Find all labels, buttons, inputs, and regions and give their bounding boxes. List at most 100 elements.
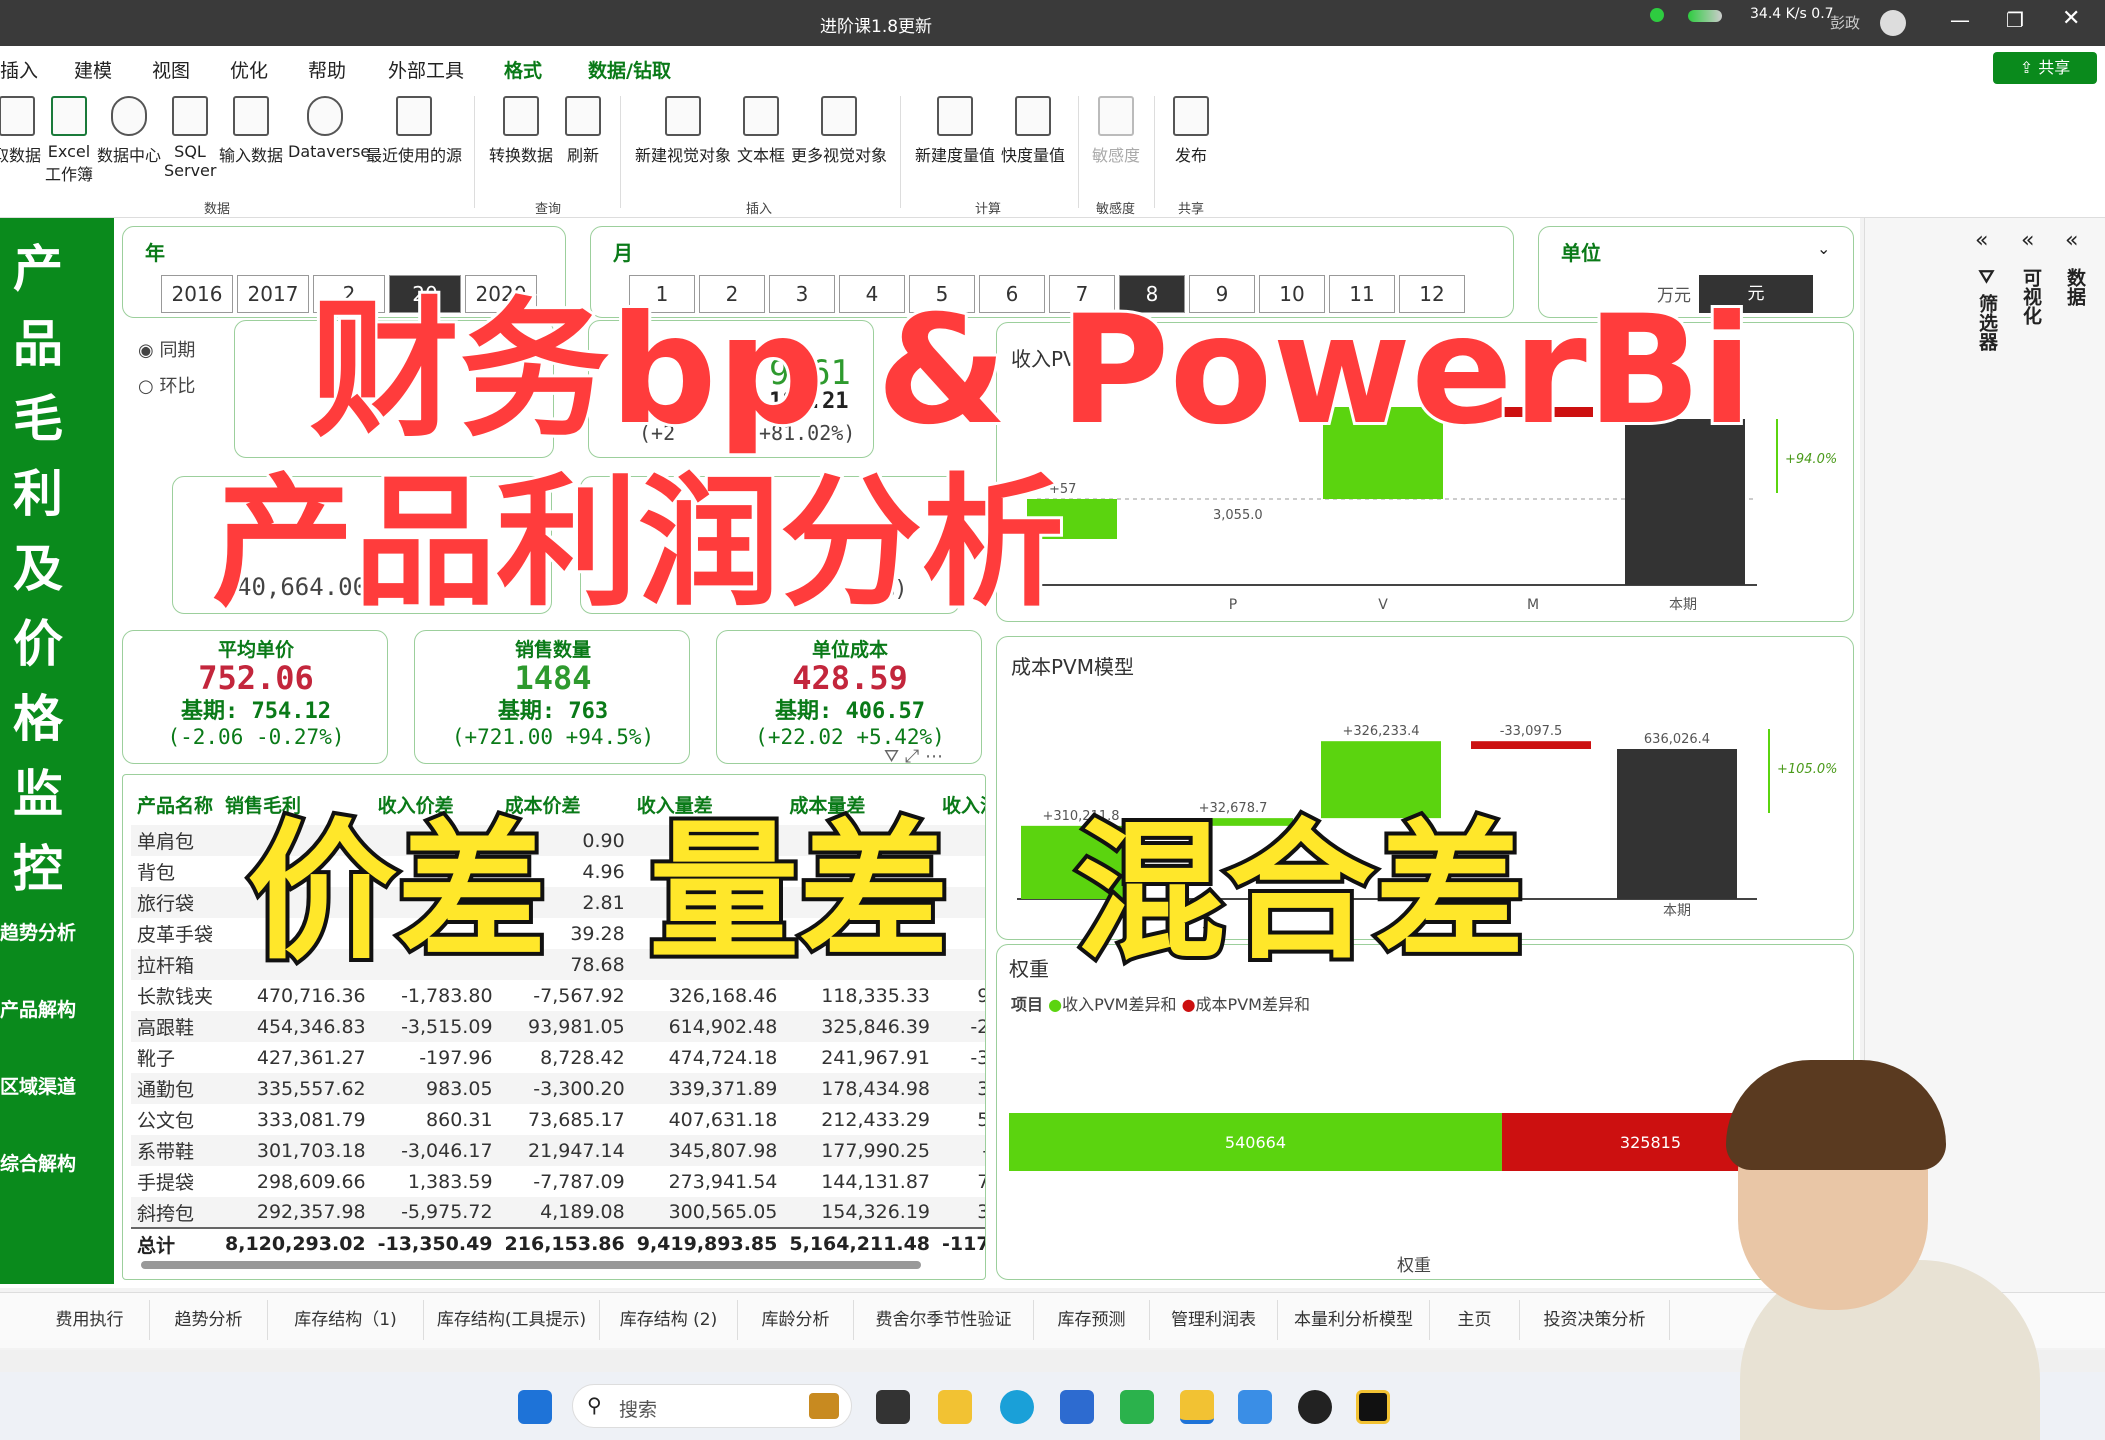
product-name-cell: 皮革手袋 [137, 924, 214, 946]
transform-icon [503, 96, 539, 136]
radio-same-period[interactable]: ◉ 同期 [138, 336, 195, 372]
close-icon[interactable]: ✕ [2062, 6, 2080, 31]
store-icon[interactable] [1060, 1390, 1094, 1424]
restore-icon[interactable]: ❐ [2006, 8, 2024, 32]
page-tab[interactable]: 主页 [1430, 1300, 1520, 1340]
table-row[interactable]: 通勤包 335,557.62 983.05 -3,300.20 339,371.89 17… [131, 1073, 985, 1104]
nav-composite[interactable]: 综合解构 [0, 1149, 76, 1176]
tab-optimize[interactable]: 优化 [230, 56, 268, 83]
tab-data-drill[interactable]: 数据/钻取 [588, 56, 671, 83]
get-data-button[interactable]: 取数据 [0, 96, 42, 166]
tab-help[interactable]: 帮助 [308, 56, 346, 83]
month-label: 月 [613, 241, 633, 265]
quick-measure-button[interactable]: 快度量值 [1000, 96, 1066, 166]
datahub-button[interactable]: 数据中心 [96, 96, 162, 166]
collapse-icon[interactable]: « [1975, 228, 1988, 253]
compare-radio-group: ◉ 同期 ○ 环比 [138, 336, 195, 408]
page-tab[interactable]: 趋势分析 [150, 1300, 268, 1340]
new-visual-button[interactable]: 新建视觉对象 [632, 96, 734, 166]
total-cell: 216,153.86 [504, 1233, 625, 1255]
value-cell: -7,567.92 [533, 984, 625, 1007]
page-tab[interactable]: 库存结构(工具提示) [424, 1300, 600, 1340]
pane-data[interactable]: 数据 [2064, 268, 2089, 306]
table-row[interactable]: 靴子 427,361.27 -197.96 8,728.42 474,724.18 241… [131, 1042, 985, 1073]
nav-product[interactable]: 产品解构 [0, 995, 76, 1022]
tab-format[interactable]: 格式 [504, 56, 542, 83]
collapse-icon[interactable]: « [2021, 228, 2034, 253]
dataverse-icon [307, 96, 343, 136]
tab-insert[interactable]: 插入 [0, 56, 38, 83]
table-row[interactable]: 公文包 333,081.79 860.31 73,685.17 407,631.18 21… [131, 1104, 985, 1135]
product-name-cell: 单肩包 [137, 831, 195, 853]
value-cell: 177,990.25 [821, 1139, 931, 1162]
page-tab[interactable]: 投资决策分析 [1520, 1300, 1670, 1340]
dataverse-button[interactable]: Dataverse [288, 96, 370, 161]
app-icon[interactable] [1238, 1390, 1272, 1424]
table-row[interactable]: 斜挎包 292,357.98 -5,975.72 4,189.08 300,565.05… [131, 1197, 985, 1228]
user-name[interactable]: 彭政 [1830, 12, 1860, 33]
page-tab[interactable]: 本量利分析模型 [1278, 1300, 1430, 1340]
horizontal-scrollbar[interactable] [141, 1261, 921, 1269]
wechat-icon[interactable] [1120, 1390, 1154, 1424]
ribbon-separator [1078, 96, 1079, 208]
excel-button[interactable]: Excel 工作簿 [44, 96, 94, 185]
kpi-title: 销售数量 [514, 639, 591, 661]
app-icon[interactable] [1298, 1390, 1332, 1424]
page-tab[interactable]: 库存预测 [1034, 1300, 1150, 1340]
app-icon[interactable] [1356, 1390, 1390, 1424]
kpi-base: 基期: 754.12 [181, 699, 331, 724]
radio-month-on-month[interactable]: ○ 环比 [138, 372, 195, 408]
table-row[interactable]: 手提袋 298,609.66 1,383.59 -7,787.09 273,941.54… [131, 1166, 985, 1197]
filter-icon[interactable]: ⛛ ⤢ ⋯ [884, 746, 943, 767]
status-dot-icon [1650, 8, 1664, 22]
total-cell: 5,164,211.48 [789, 1233, 931, 1255]
table-row[interactable]: 长款钱夹 470,716.36 -1,783.80 -7,567.92 326,168.… [131, 980, 985, 1011]
chevron-down-icon[interactable]: ⌄ [1817, 239, 1830, 258]
sql-server-button[interactable]: SQL Server [164, 96, 216, 180]
taskbar-search[interactable]: ⚲ 搜索 [572, 1384, 852, 1428]
more-visuals-button[interactable]: 更多视觉对象 [788, 96, 890, 166]
tab-view[interactable]: 视图 [152, 56, 190, 83]
page-tab[interactable]: 管理利润表 [1150, 1300, 1278, 1340]
column-header[interactable]: 产品名称 [131, 783, 219, 825]
collapse-icon[interactable]: « [2065, 228, 2078, 253]
avatar[interactable] [1880, 10, 1906, 36]
new-measure-button[interactable]: 新建度量值 [910, 96, 1000, 166]
pane-visualizations[interactable]: 可视化 [2020, 268, 2045, 325]
tab-external-tools[interactable]: 外部工具 [388, 56, 464, 83]
transform-data-button[interactable]: 转换数据 [486, 96, 556, 166]
tab-modeling[interactable]: 建模 [74, 56, 112, 83]
edge-icon[interactable] [1000, 1390, 1034, 1424]
page-tab[interactable]: 库存结构（1) [268, 1300, 424, 1340]
page-tab[interactable]: 库龄分析 [738, 1300, 854, 1340]
share-button[interactable]: ⇪ 共享 [1993, 52, 2097, 84]
page-tab[interactable]: 费用执行 [30, 1300, 150, 1340]
recent-sources-button[interactable]: 最近使用的源 [362, 96, 466, 166]
table-row[interactable]: 系带鞋 301,703.18 -3,046.17 21,947.14 345,807.9… [131, 1135, 985, 1166]
file-explorer-icon[interactable] [938, 1390, 972, 1424]
data-label: 3,055.0 [1213, 508, 1263, 523]
enter-data-button[interactable]: 输入数据 [216, 96, 286, 166]
tick-label: P [1229, 597, 1237, 613]
textbox-button[interactable]: 文本框 [734, 96, 788, 166]
page-tab[interactable]: 费舍尔季节性验证 [854, 1300, 1034, 1340]
nav-region[interactable]: 区域渠道 [0, 1072, 76, 1099]
task-view-icon[interactable] [876, 1390, 910, 1424]
powerbi-icon[interactable] [1180, 1390, 1214, 1424]
value-cell: 73,685.17 [528, 1108, 625, 1131]
pane-filters[interactable]: ⛛ 筛选器 [1976, 268, 2001, 351]
nav-trend[interactable]: 趋势分析 [0, 918, 76, 945]
sensitivity-button[interactable]: 敏感度 [1088, 96, 1144, 166]
excel-icon [51, 96, 87, 136]
product-name-cell: 长款钱夹 [137, 986, 214, 1008]
windows-start-icon[interactable] [518, 1390, 552, 1424]
publish-button[interactable]: 发布 [1166, 96, 1216, 166]
page-tab[interactable]: 库存结构 (2) [600, 1300, 738, 1340]
value-cell: -1,436 [936, 1135, 985, 1166]
value-cell: 8,728.42 [540, 1046, 625, 1069]
refresh-button[interactable]: 刷新 [560, 96, 606, 166]
table-row[interactable]: 高跟鞋 454,346.83 -3,515.09 93,981.05 614,902.4… [131, 1011, 985, 1042]
minimize-icon[interactable]: — [1950, 8, 1970, 32]
table-icon [0, 96, 35, 136]
value-cell: -3,046.17 [401, 1139, 493, 1162]
